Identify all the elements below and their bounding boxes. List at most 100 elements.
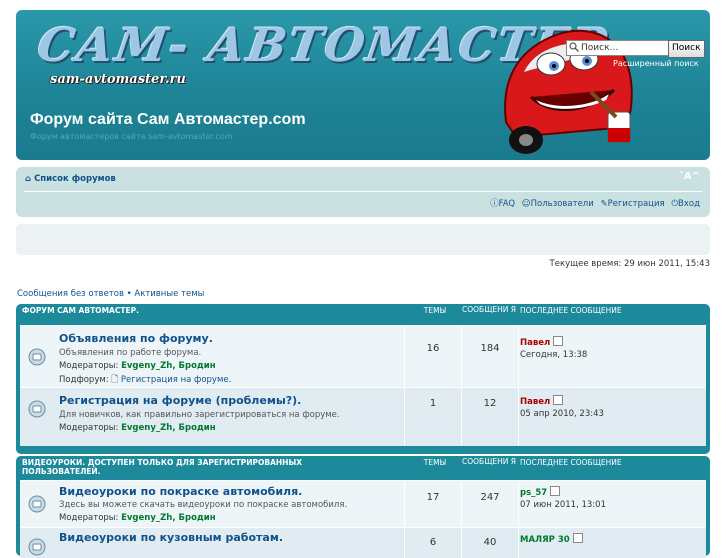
column-separator — [404, 326, 405, 387]
last-post-time: 05 апр 2010, 23:43 — [520, 409, 604, 419]
login-link[interactable]: Вход — [678, 199, 700, 209]
site-title: Форум сайта Сам Автомастер.com — [30, 111, 306, 128]
notice-bar — [16, 224, 710, 255]
search-placeholder: Поиск… — [581, 43, 619, 53]
column-topics: Темы — [423, 306, 447, 315]
faq-link[interactable]: FAQ — [499, 199, 515, 209]
posts-count: 184 — [480, 343, 500, 354]
register-link[interactable]: Регистрация — [608, 199, 665, 209]
subforum-label: Подфорум: — [59, 375, 112, 385]
forum-description: Здесь вы можете скачать видеоуроки по по… — [59, 500, 348, 510]
category-title[interactable]: Форум Сам Автомастер. — [22, 306, 352, 315]
forum-read-icon — [28, 538, 46, 556]
view-latest-post-icon[interactable] — [553, 395, 564, 405]
forum-row: Регистрация на форуме (проблемы?). Для н… — [20, 387, 706, 446]
posts-count: 247 — [480, 492, 500, 503]
topics-count: 6 — [429, 537, 437, 548]
last-post-author: МАЛЯР 30 — [520, 533, 583, 545]
last-post-author: ps_57 — [520, 486, 561, 498]
advanced-search-link[interactable]: Расширенный поиск — [613, 59, 699, 68]
view-latest-post-icon[interactable] — [550, 486, 561, 496]
forum-title[interactable]: Регистрация на форуме (проблемы?). — [59, 394, 301, 407]
topics-count: 1 — [429, 398, 437, 409]
column-posts: Сообщени я — [462, 457, 516, 466]
forum-moderators: Модераторы: Evgeny_Zh, Бродин — [59, 361, 216, 371]
forum-title[interactable]: Объявления по форуму. — [59, 332, 213, 345]
navbar: ⌂ Список форумов ˇA^ ⓘFAQ ☺Пользователи … — [16, 167, 710, 217]
column-separator — [404, 481, 405, 527]
column-separator — [461, 388, 462, 446]
column-separator — [518, 326, 519, 387]
topics-count: 16 — [426, 343, 440, 354]
forum-read-icon — [28, 348, 46, 366]
forum-moderators: Модераторы: Evgeny_Zh, Бродин — [59, 513, 216, 523]
site-header: САМ- АВТОМАСТЕР sam-avtomaster.ru Форум … — [16, 10, 710, 160]
faq-icon: ⓘ — [490, 199, 499, 209]
last-post-time: Сегодня, 13:38 — [520, 350, 588, 360]
last-post-author-link[interactable]: Павел — [520, 338, 550, 348]
forum-category: Видеоуроки. Доступен только для зарегист… — [16, 456, 710, 558]
site-description: Форум автомастеров сайта sam-avtomaster.… — [30, 132, 233, 141]
topics-count: 17 — [426, 492, 440, 503]
users-icon: ☺ — [521, 199, 531, 209]
column-topics: Темы — [423, 458, 447, 467]
forum-description: Для новичков, как правильно зарегистриро… — [59, 410, 340, 420]
forum-description: Объявления по работе форума. — [59, 348, 202, 358]
forum-row: Видеоуроки по покраске автомобиля. Здесь… — [20, 480, 706, 527]
column-separator — [404, 388, 405, 446]
document-icon: 🗋 — [111, 375, 119, 385]
category-title[interactable]: Видеоуроки. Доступен только для зарегист… — [22, 458, 352, 476]
moderators-label: Модераторы: — [59, 423, 122, 433]
column-last-post: Последнее сообщение — [520, 306, 622, 315]
forum-index-link[interactable]: Список форумов — [34, 174, 116, 184]
search-icon — [569, 42, 579, 52]
breadcrumb[interactable]: ⌂ Список форумов — [25, 174, 116, 184]
current-time: Текущее время: 29 июн 2011, 15:43 — [549, 259, 710, 269]
last-post-author: Павел — [520, 395, 564, 407]
forum-row: Объявления по форуму. Объявления по рабо… — [20, 325, 706, 387]
last-post-author-link[interactable]: ps_57 — [520, 488, 547, 498]
forum-read-icon — [28, 495, 46, 513]
forum-title[interactable]: Видеоуроки по покраске автомобиля. — [59, 485, 302, 498]
posts-count: 40 — [483, 537, 497, 548]
forum-moderators: Модераторы: Evgeny_Zh, Бродин — [59, 423, 216, 433]
moderator-links[interactable]: Evgeny_Zh, Бродин — [121, 423, 216, 433]
search-input[interactable]: Поиск… — [566, 40, 678, 56]
column-separator — [461, 326, 462, 387]
navbar-divider — [24, 191, 702, 192]
quick-links[interactable]: Сообщения без ответов • Активные темы — [17, 289, 204, 299]
home-icon: ⌂ — [25, 174, 32, 184]
navbar-links: ⓘFAQ ☺Пользователи ✎Регистрация ⏻Вход — [490, 197, 700, 209]
forum-read-icon — [28, 400, 46, 418]
view-latest-post-icon[interactable] — [572, 533, 583, 543]
column-last-post: Последнее сообщение — [520, 458, 622, 467]
moderator-links[interactable]: Evgeny_Zh, Бродин — [121, 513, 216, 523]
register-icon: ✎ — [600, 199, 608, 209]
members-link[interactable]: Пользователи — [531, 199, 594, 209]
site-logo-subtitle: sam-avtomaster.ru — [50, 72, 186, 87]
column-separator — [518, 481, 519, 527]
category-header: Видеоуроки. Доступен только для зарегист… — [20, 456, 706, 480]
category-header: Форум Сам Автомастер. Темы Сообщени я По… — [20, 304, 706, 325]
moderators-label: Модераторы: — [59, 513, 122, 523]
moderators-label: Модераторы: — [59, 361, 122, 371]
cartoon-car-image — [504, 29, 633, 154]
posts-count: 12 — [483, 398, 497, 409]
moderator-links[interactable]: Evgeny_Zh, Бродин — [121, 361, 216, 371]
subforum-line: Подфорум: 🗋 Регистрация на форуме. — [59, 374, 231, 388]
view-latest-post-icon[interactable] — [553, 336, 564, 346]
last-post-author: Павел — [520, 336, 564, 348]
column-posts: Сообщени я — [462, 305, 516, 314]
last-post-author-link[interactable]: Павел — [520, 397, 550, 407]
last-post-time: 07 июн 2011, 13:01 — [520, 500, 606, 510]
column-separator — [461, 481, 462, 527]
column-separator — [518, 528, 519, 558]
forum-row: Видеоуроки по кузовным работам. 6 40 МАЛ… — [20, 527, 706, 558]
last-post-author-link[interactable]: МАЛЯР 30 — [520, 535, 570, 545]
forum-title[interactable]: Видеоуроки по кузовным работам. — [59, 531, 283, 544]
column-separator — [518, 388, 519, 446]
font-size-control[interactable]: ˇA^ — [679, 171, 700, 182]
forum-category: Форум Сам Автомастер. Темы Сообщени я По… — [16, 304, 710, 454]
subforum-link[interactable]: Регистрация на форуме. — [121, 375, 231, 385]
search-button[interactable]: Поиск — [668, 40, 705, 58]
